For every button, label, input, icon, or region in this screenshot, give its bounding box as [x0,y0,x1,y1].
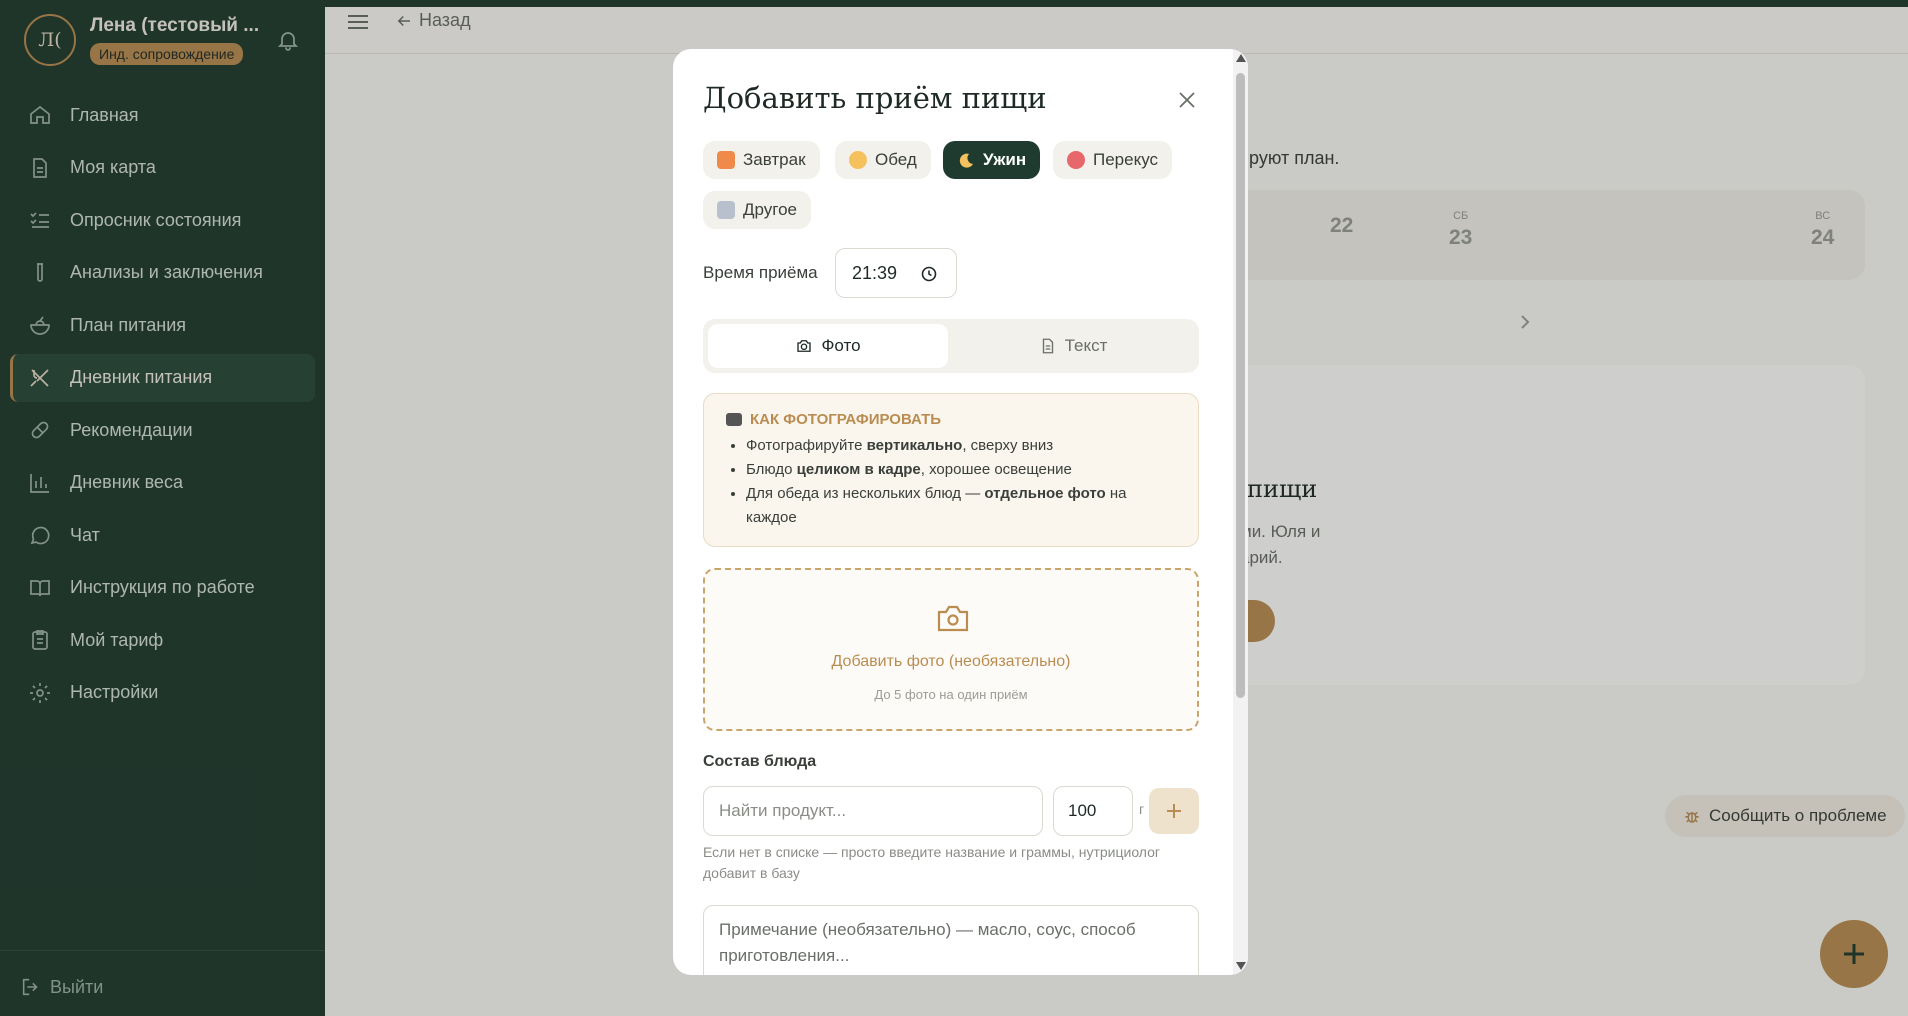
time-label: Время приёма [703,263,818,282]
composition-label: Состав блюда [703,753,817,770]
plus-icon [1167,804,1181,818]
tab-text[interactable]: Текст [953,324,1193,368]
chip-label: Перекус [1093,150,1159,169]
chip-label: Ужин [983,150,1027,169]
tab-label: Фото [821,336,861,355]
meal-type-snack[interactable]: Перекус [1053,141,1173,179]
tip-item: Блюдо целиком в кадре, хорошее освещение [746,458,1166,482]
plate-icon [717,201,735,219]
add-product-button[interactable] [1149,788,1199,834]
chip-label: Обед [875,150,917,169]
tips-title-text: КАК ФОТОГРАФИРОВАТЬ [750,411,942,428]
meal-type-other[interactable]: Другое [703,191,812,229]
meal-type-breakfast[interactable]: Завтрак [703,141,820,179]
tip-item: Фотографируйте вертикально, сверху вниз [746,434,1166,458]
close-icon[interactable] [1176,89,1198,111]
photo-upload-area[interactable]: Добавить фото (необязательно) До 5 фото … [703,568,1199,731]
peach-icon [1067,151,1085,169]
modal-scrollbar[interactable] [1233,49,1248,975]
tab-photo[interactable]: Фото [708,324,948,368]
clock-icon[interactable] [921,266,937,282]
photo-tips: КАК ФОТОГРАФИРОВАТЬ Фотографируйте верти… [703,393,1199,547]
add-meal-modal: Добавить приём пищи Завтрак Обед Ужин Пе… [673,49,1248,975]
camera-icon [937,605,969,632]
meal-type-dinner[interactable]: Ужин [943,141,1041,179]
upload-label: Добавить фото (необязательно) [831,653,1071,670]
time-input[interactable]: 21:39 [835,248,957,298]
composition-hint: Если нет в списке — просто введите назва… [703,844,1161,881]
meal-type-lunch[interactable]: Обед [835,141,931,179]
time-value: 21:39 [852,262,898,283]
sun-icon [849,151,867,169]
modal-title: Добавить приём пищи [703,81,1047,115]
scroll-up-arrow[interactable] [1236,54,1246,62]
tip-item: Для обеда из нескольких блюд — отдельное… [746,482,1166,530]
scroll-down-arrow[interactable] [1236,962,1246,970]
modal-body: Добавить приём пищи Завтрак Обед Ужин Пе… [673,49,1233,975]
camera-icon [726,413,742,426]
product-search-input[interactable] [703,786,1043,836]
input-mode-tabs: Фото Текст [703,319,1199,373]
document-icon [1042,338,1053,354]
tips-list: Фотографируйте вертикально, сверху вниз … [704,434,1184,530]
chip-label: Завтрак [743,150,806,169]
tab-label: Текст [1064,336,1108,355]
chip-label: Другое [743,200,798,219]
moon-icon [957,151,975,169]
grams-input[interactable] [1053,786,1133,836]
grams-unit: г [1139,801,1145,817]
camera-icon [797,340,812,352]
note-textarea[interactable] [703,905,1199,975]
tips-title: КАК ФОТОГРАФИРОВАТЬ [726,411,941,428]
upload-hint: До 5 фото на один приём [874,687,1028,702]
sunrise-icon [717,151,735,169]
scroll-thumb[interactable] [1236,73,1245,698]
